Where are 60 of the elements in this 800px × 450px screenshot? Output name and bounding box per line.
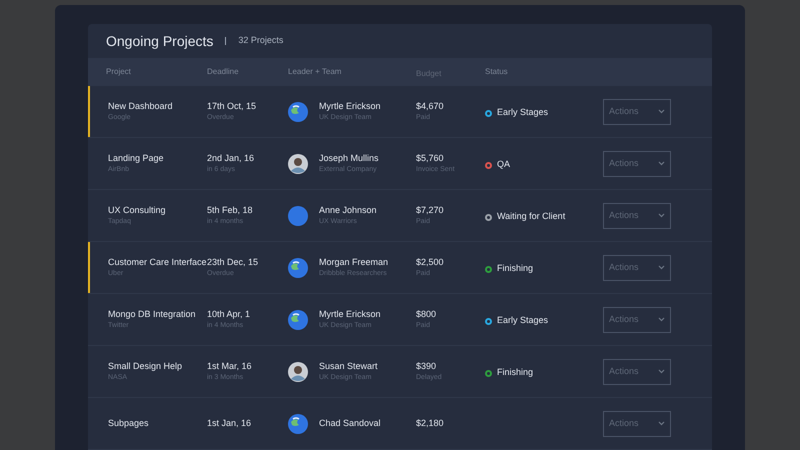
actions-dropdown[interactable]: Actions [603,410,671,436]
chevron-down-icon [658,161,665,166]
budget-amount: $390 [416,360,438,372]
deadline-date: 1st Mar, 16 [207,360,253,372]
project-name: UX Consulting [108,204,167,217]
deadline-date: 10th Apr, 1 [207,308,252,321]
project-name: Customer Care Interface [108,256,207,268]
deadline-date: 17th Oct, 15 [207,100,258,112]
status-label: QA [497,158,510,172]
leader-name: Chad Sandoval [319,416,381,430]
actions-dropdown[interactable]: Actions [603,202,671,228]
deadline-date: 2nd Jan, 16 [207,152,256,164]
status-label: Early Stages [497,106,548,120]
project-name: Small Design Help [108,360,184,373]
leader-name: Joseph Mullins [319,152,379,165]
deadline-date: 23th Dec, 15 [207,256,260,268]
deadline-date: 1st Jan, 16 [207,416,252,430]
budget-amount: $4,670 [416,100,445,112]
leader-name: Myrtle Erickson [319,308,381,321]
status-label: Finishing [497,262,534,276]
column-header: Deadline [207,66,240,78]
budget-amount: $5,760 [416,152,445,164]
project-name: Mongo DB Integration [108,308,197,321]
budget-amount: $2,500 [416,256,445,268]
globe-avatar-icon [288,102,308,122]
chevron-down-icon [658,369,665,374]
leader-name: Myrtle Erickson [319,100,381,113]
avatar-silhouette-icon [288,154,308,174]
chevron-down-icon [658,317,665,322]
project-count: 32 Projects [238,34,284,48]
actions-dropdown[interactable]: Actions [603,254,671,280]
actions-dropdown[interactable]: Actions [603,358,671,384]
chevron-down-icon [658,109,665,114]
deadline-date: 5th Feb, 18 [207,204,254,216]
globe-avatar-icon [288,310,308,330]
leader-name: Anne Johnson [319,204,377,216]
globe-avatar-icon [288,258,308,278]
chevron-down-icon [658,265,665,270]
chevron-down-icon [658,421,665,426]
project-name: Subpages [108,416,150,430]
status-label: Finishing [497,366,534,380]
globe-avatar-icon [288,414,308,434]
actions-dropdown[interactable]: Actions [603,306,671,332]
chevron-down-icon [658,213,665,218]
column-header: Leader + Team [288,66,342,78]
card-title: Ongoing Projects [106,32,214,51]
budget-amount: $2,180 [416,416,445,430]
project-name: New Dashboard [108,100,174,112]
column-header: Project [105,66,132,78]
status-label: Early Stages [497,314,548,328]
leader-name: Susan Stewart [319,360,378,372]
actions-dropdown[interactable]: Actions [603,98,671,124]
status-label: Waiting for Client [497,210,566,224]
budget-amount: $7,270 [416,204,445,216]
actions-dropdown[interactable]: Actions [603,150,671,176]
avatar-silhouette-icon [288,362,308,382]
column-header: Status [485,66,509,78]
budget-amount: $800 [416,308,438,320]
project-name: Landing Page [108,152,165,165]
leader-name: Morgan Freeman [319,256,388,269]
